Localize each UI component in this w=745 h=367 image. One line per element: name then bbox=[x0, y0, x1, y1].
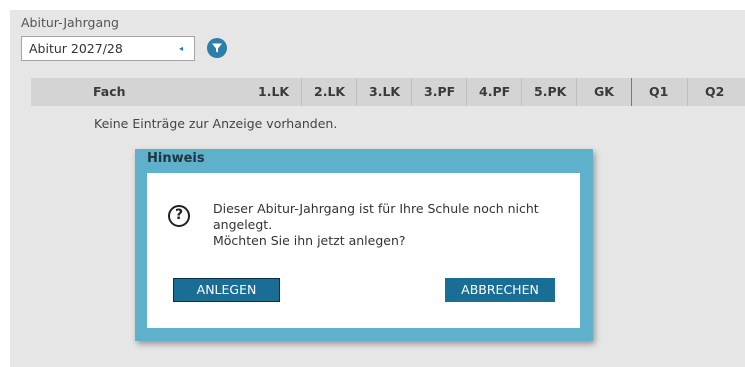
dialog-message-line2: Möchten Sie ihn jetzt anlegen? bbox=[213, 233, 406, 248]
year-filter-label: Abitur-Jahrgang bbox=[21, 15, 119, 30]
column-header-q2[interactable]: Q2 bbox=[687, 78, 745, 106]
dialog-message: Dieser Abitur-Jahrgang ist für Ihre Schu… bbox=[213, 201, 563, 249]
table-header: Fach 1.LK 2.LK 3.LK 3.PF 4.PF 5.PK GK Q1… bbox=[31, 78, 745, 106]
year-select[interactable]: Abitur 2027/28 ◂ bbox=[21, 36, 195, 61]
column-header-fach[interactable]: Fach bbox=[93, 78, 126, 106]
select-arrow-icon: ◂ bbox=[178, 44, 183, 53]
abbrechen-button[interactable]: ABBRECHEN bbox=[445, 278, 555, 302]
dialog-title[interactable]: Hinweis bbox=[147, 151, 205, 166]
empty-table-message: Keine Einträge zur Anzeige vorhanden. bbox=[94, 116, 338, 131]
question-icon: ? bbox=[168, 205, 190, 227]
dialog-message-line1: Dieser Abitur-Jahrgang ist für Ihre Schu… bbox=[213, 201, 539, 232]
confirm-dialog: Hinweis ? Dieser Abitur-Jahrgang ist für… bbox=[135, 149, 593, 341]
filter-button[interactable] bbox=[207, 38, 227, 58]
dialog-body: ? Dieser Abitur-Jahrgang ist für Ihre Sc… bbox=[147, 173, 580, 328]
filter-icon bbox=[212, 43, 222, 53]
anlegen-button[interactable]: ANLEGEN bbox=[173, 278, 280, 302]
year-select-value: Abitur 2027/28 bbox=[29, 41, 123, 56]
